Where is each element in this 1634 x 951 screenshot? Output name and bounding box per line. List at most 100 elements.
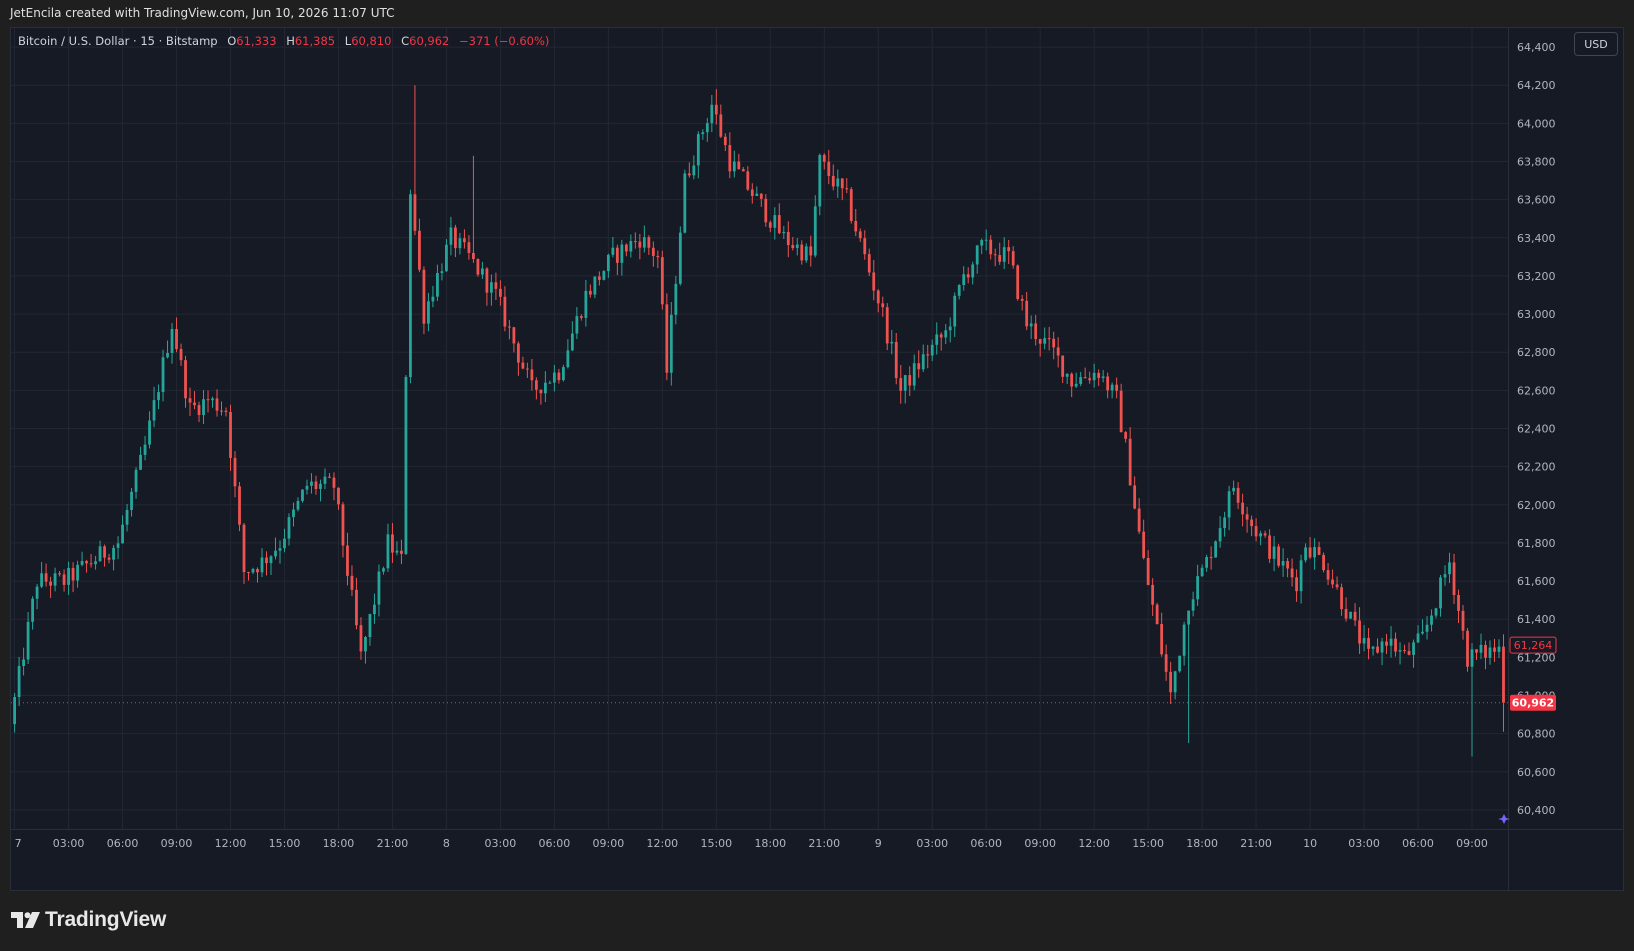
candle-body[interactable] [881, 303, 885, 308]
candle-body[interactable] [579, 316, 583, 318]
candle-body[interactable] [94, 561, 97, 565]
candle-body[interactable] [1038, 339, 1042, 344]
candle-body[interactable] [1101, 376, 1105, 379]
candle-body[interactable] [1007, 247, 1011, 252]
candle-body[interactable] [1452, 562, 1456, 596]
candle-body[interactable] [161, 357, 165, 393]
candle-body[interactable] [899, 378, 903, 391]
candle-body[interactable] [1425, 624, 1429, 632]
candle-body[interactable] [840, 178, 844, 189]
candle-body[interactable] [1272, 546, 1276, 559]
candle-body[interactable] [170, 328, 174, 353]
candle-body[interactable] [998, 255, 1002, 262]
candle-body[interactable] [377, 571, 381, 605]
candle-body[interactable] [737, 161, 741, 170]
candle-body[interactable] [188, 398, 192, 403]
candle-body[interactable] [175, 328, 178, 350]
candle-body[interactable] [35, 586, 39, 599]
candle-body[interactable] [1065, 373, 1069, 377]
candle-body[interactable] [1412, 642, 1415, 655]
candle-body[interactable] [1421, 631, 1424, 634]
candle-body[interactable] [534, 380, 538, 390]
candle-body[interactable] [701, 132, 705, 135]
candle-body[interactable] [755, 193, 759, 197]
candle-body[interactable] [1461, 610, 1465, 631]
candle-body[interactable] [17, 666, 21, 698]
candle-body[interactable] [1250, 519, 1253, 527]
candle-body[interactable] [732, 161, 736, 172]
candle-body[interactable] [642, 237, 646, 248]
candle-body[interactable] [1358, 620, 1361, 644]
candle-body[interactable] [296, 500, 300, 510]
candle-body[interactable] [656, 255, 660, 258]
candle-body[interactable] [948, 326, 952, 331]
candle-body[interactable] [107, 557, 111, 560]
candle-body[interactable] [611, 247, 615, 255]
candle-body[interactable] [454, 227, 457, 249]
candle-body[interactable] [1074, 383, 1078, 387]
candle-body[interactable] [1502, 646, 1505, 703]
candle-body[interactable] [1263, 533, 1267, 536]
candle-body[interactable] [139, 454, 142, 470]
candle-body[interactable] [440, 271, 444, 274]
candle-body[interactable] [1488, 647, 1492, 658]
candle-body[interactable] [382, 568, 385, 572]
candle-body[interactable] [1092, 372, 1096, 381]
chart-panel[interactable]: 60,40060,60060,80061,00061,20061,40061,6… [10, 27, 1624, 891]
candle-body[interactable] [1200, 567, 1204, 577]
candle-body[interactable] [485, 268, 489, 293]
candle-body[interactable] [337, 487, 340, 505]
candle-body[interactable] [849, 189, 853, 221]
candle-body[interactable] [1389, 638, 1393, 646]
candle-body[interactable] [1484, 644, 1487, 658]
candle-body[interactable] [481, 268, 484, 275]
candle-body[interactable] [624, 244, 628, 252]
candle-body[interactable] [606, 254, 610, 272]
candle-body[interactable] [1331, 579, 1334, 585]
candle-body[interactable] [197, 405, 201, 416]
candle-body[interactable] [157, 392, 160, 401]
candle-body[interactable] [539, 389, 543, 394]
candle-body[interactable] [890, 341, 894, 344]
candle-body[interactable] [1128, 438, 1132, 486]
candle-body[interactable] [1173, 671, 1177, 693]
candle-body[interactable] [1299, 560, 1303, 592]
candle-body[interactable] [561, 367, 565, 381]
candle-body[interactable] [1214, 541, 1218, 558]
candle-body[interactable] [22, 659, 25, 667]
candle-body[interactable] [143, 444, 147, 455]
candle-body[interactable] [323, 476, 327, 484]
candle-body[interactable] [615, 247, 619, 263]
candle-body[interactable] [1457, 595, 1460, 611]
candle-body[interactable] [750, 189, 754, 197]
candle-body[interactable] [395, 550, 399, 553]
candle-body[interactable] [1025, 300, 1029, 327]
candle-body[interactable] [400, 550, 403, 554]
candle-body[interactable] [368, 614, 372, 638]
candle-body[interactable] [184, 360, 187, 399]
candle-body[interactable] [876, 290, 880, 304]
candle-body[interactable] [773, 215, 777, 228]
candle-body[interactable] [872, 272, 876, 291]
candle-body[interactable] [759, 193, 763, 199]
candle-body[interactable] [386, 534, 390, 569]
candle-body[interactable] [1241, 502, 1245, 515]
candle-body[interactable] [1295, 577, 1298, 592]
candle-body[interactable] [436, 273, 439, 297]
candle-body[interactable] [818, 154, 822, 207]
candle-body[interactable] [1151, 584, 1155, 605]
candle-body[interactable] [827, 161, 831, 176]
candle-body[interactable] [445, 244, 448, 272]
candle-body[interactable] [476, 258, 480, 275]
candle-body[interactable] [364, 637, 367, 652]
candle-body[interactable] [1119, 390, 1123, 433]
candle-body[interactable] [845, 188, 849, 190]
candle-body[interactable] [76, 564, 79, 581]
candle-body[interactable] [930, 344, 934, 356]
candle-body[interactable] [67, 567, 70, 585]
candle-body[interactable] [867, 254, 871, 273]
candle-body[interactable] [229, 412, 232, 458]
candle-body[interactable] [215, 398, 219, 411]
candle-body[interactable] [638, 241, 642, 248]
candle-body[interactable] [584, 290, 588, 318]
